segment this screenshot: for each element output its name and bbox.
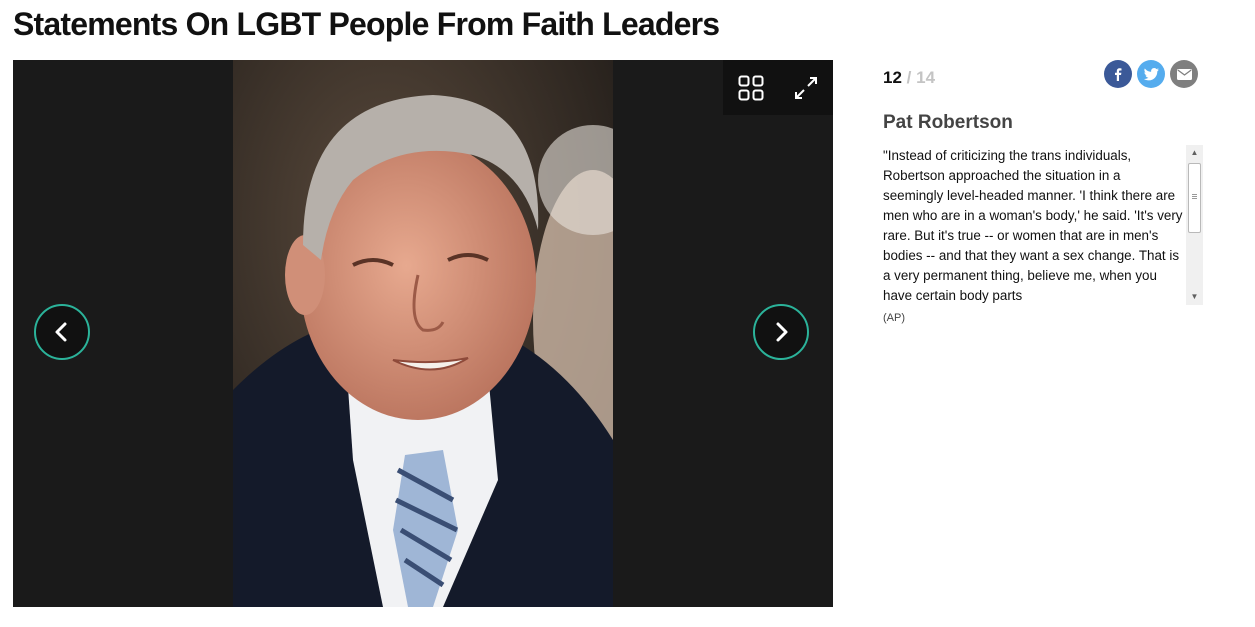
slide-caption: "Instead of criticizing the trans indivi… xyxy=(883,148,1183,303)
chevron-right-icon xyxy=(776,322,788,342)
slide-current: 12 xyxy=(883,68,902,87)
facebook-icon xyxy=(1115,68,1122,81)
next-slide-button[interactable] xyxy=(753,304,809,360)
chevron-left-icon xyxy=(55,322,67,342)
fullscreen-expand-icon[interactable] xyxy=(789,71,823,105)
email-share-button[interactable] xyxy=(1170,60,1198,88)
caption-scrollbar[interactable]: ▲ ▼ xyxy=(1186,145,1203,305)
grid-view-icon[interactable] xyxy=(734,71,768,105)
twitter-icon xyxy=(1143,67,1159,80)
caption-scroll-area[interactable]: "Instead of criticizing the trans indivi… xyxy=(883,145,1203,305)
twitter-share-button[interactable] xyxy=(1137,60,1165,88)
slide-counter: 12 / 14 xyxy=(883,68,935,88)
facebook-share-button[interactable] xyxy=(1104,60,1132,88)
scroll-up-arrow-icon[interactable]: ▲ xyxy=(1186,145,1203,161)
photo-credit: (AP) xyxy=(883,312,905,324)
slide-total: 14 xyxy=(916,68,936,87)
scrollbar-thumb[interactable] xyxy=(1188,163,1201,233)
slide-person-name: Pat Robertson xyxy=(883,112,1013,133)
slide-photo xyxy=(233,60,613,607)
email-icon xyxy=(1176,68,1192,80)
slideshow-toolbar xyxy=(723,60,833,115)
slideshow-viewer xyxy=(13,60,833,607)
share-buttons xyxy=(1104,60,1198,88)
slide-separator: / xyxy=(906,68,912,87)
previous-slide-button[interactable] xyxy=(34,304,90,360)
scroll-down-arrow-icon[interactable]: ▼ xyxy=(1186,289,1203,305)
page-title: Statements On LGBT People From Faith Lea… xyxy=(13,6,720,42)
